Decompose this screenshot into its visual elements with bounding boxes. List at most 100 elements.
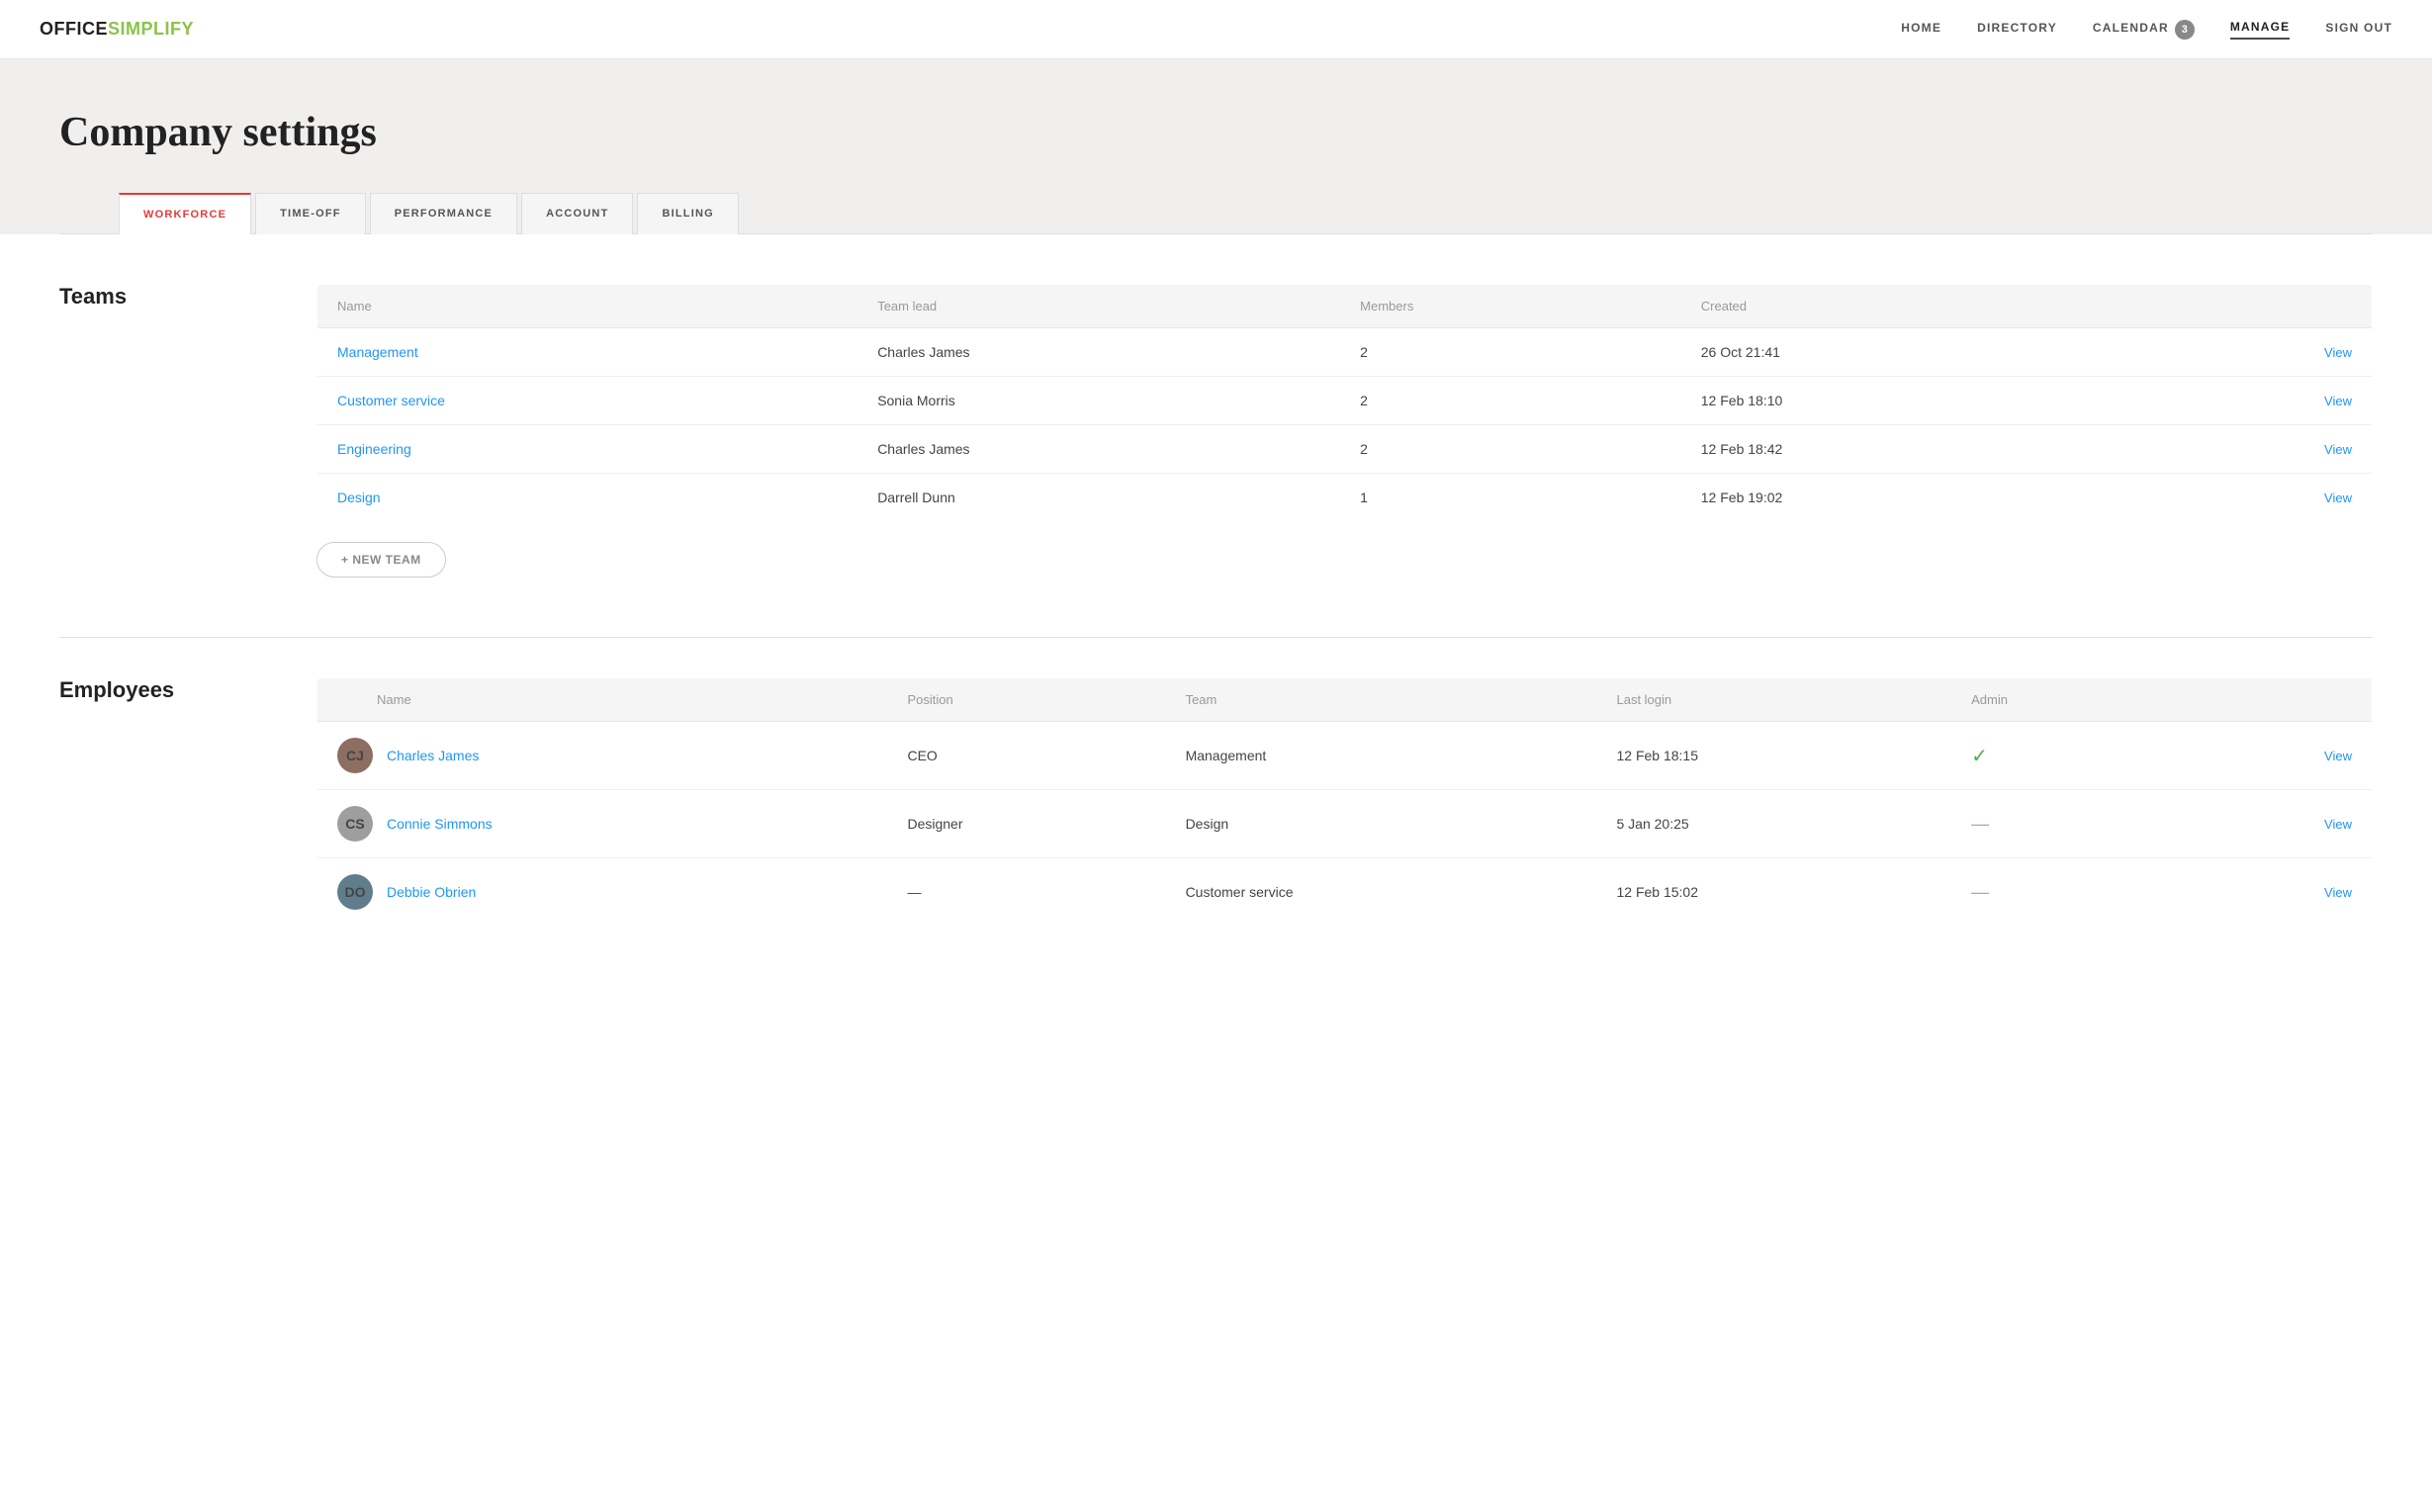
teams-section-title: Teams — [59, 284, 257, 310]
teams-table: Name Team lead Members Created Managemen… — [316, 284, 2373, 522]
team-lead: Sonia Morris — [857, 377, 1340, 425]
emp-team: Management — [1166, 722, 1597, 790]
emp-name-link[interactable]: Charles James — [387, 748, 479, 763]
team-created: 12 Feb 18:42 — [1681, 425, 2124, 474]
navigation: OFFICESIMPLIFY HOME DIRECTORY CALENDAR 3… — [0, 0, 2432, 59]
tab-performance[interactable]: PERFORMANCE — [370, 193, 517, 234]
employees-table: Name Position Team Last login Admin CJ C… — [316, 677, 2373, 927]
teams-col-actions — [2124, 285, 2372, 328]
team-created: 12 Feb 18:10 — [1681, 377, 2124, 425]
team-name-link[interactable]: Design — [337, 489, 381, 505]
table-row: CS Connie Simmons Designer Design 5 Jan … — [317, 790, 2373, 858]
emp-team: Customer service — [1166, 858, 1597, 927]
table-row: Customer service Sonia Morris 2 12 Feb 1… — [317, 377, 2373, 425]
table-row: Management Charles James 2 26 Oct 21:41 … — [317, 328, 2373, 377]
team-view: View — [2124, 328, 2372, 377]
tabs-bar: WORKFORCE TIME-OFF PERFORMANCE ACCOUNT B… — [59, 192, 2373, 234]
team-members: 2 — [1340, 377, 1681, 425]
main-content: Teams Name Team lead Members Created — [0, 234, 2432, 1512]
admin-dash: — — [1971, 882, 1989, 902]
view-link[interactable]: View — [2324, 394, 2352, 408]
tab-billing[interactable]: BILLING — [637, 193, 738, 234]
team-name: Management — [317, 328, 858, 377]
view-link[interactable]: View — [2324, 817, 2352, 832]
view-link[interactable]: View — [2324, 345, 2352, 360]
emp-name-link[interactable]: Debbie Obrien — [387, 884, 476, 900]
emp-name-cell: CJ Charles James — [317, 722, 888, 790]
avatar: CS — [337, 806, 373, 842]
nav-signout[interactable]: SIGN OUT — [2325, 21, 2392, 39]
tab-account[interactable]: ACCOUNT — [521, 193, 633, 234]
emp-view: View — [2174, 790, 2372, 858]
team-members: 2 — [1340, 328, 1681, 377]
calendar-badge: 3 — [2175, 20, 2195, 40]
team-view: View — [2124, 425, 2372, 474]
view-link[interactable]: View — [2324, 749, 2352, 763]
teams-section: Teams Name Team lead Members Created — [59, 284, 2373, 578]
emp-view: View — [2174, 858, 2372, 927]
admin-check-icon: ✓ — [1971, 746, 1988, 767]
avatar: CJ — [337, 738, 373, 773]
team-created: 12 Feb 19:02 — [1681, 474, 2124, 522]
teams-col-name: Name — [317, 285, 858, 328]
emp-position: Designer — [887, 790, 1165, 858]
emp-name-cell: CS Connie Simmons — [317, 790, 888, 858]
view-link[interactable]: View — [2324, 885, 2352, 900]
nav-calendar-wrapper: CALENDAR 3 — [2093, 20, 2195, 40]
teams-col-members: Members — [1340, 285, 1681, 328]
emp-name-link[interactable]: Connie Simmons — [387, 816, 493, 832]
avatar-cell: CJ Charles James — [337, 738, 867, 773]
avatar-cell: DO Debbie Obrien — [337, 874, 867, 910]
page-title: Company settings — [59, 109, 2373, 156]
table-row: Design Darrell Dunn 1 12 Feb 19:02 View — [317, 474, 2373, 522]
logo: OFFICESIMPLIFY — [40, 19, 194, 40]
section-divider — [59, 637, 2373, 638]
nav-directory[interactable]: DIRECTORY — [1977, 21, 2057, 39]
table-row: Engineering Charles James 2 12 Feb 18:42… — [317, 425, 2373, 474]
team-name: Design — [317, 474, 858, 522]
emp-view: View — [2174, 722, 2372, 790]
emp-col-actions — [2174, 678, 2372, 722]
team-members: 1 — [1340, 474, 1681, 522]
emp-team: Design — [1166, 790, 1597, 858]
team-name: Engineering — [317, 425, 858, 474]
page-header: Company settings WORKFORCE TIME-OFF PERF… — [0, 59, 2432, 234]
team-name-link[interactable]: Customer service — [337, 393, 445, 408]
employees-section: Employees Name Position Team Last login … — [59, 677, 2373, 927]
teams-col-lead: Team lead — [857, 285, 1340, 328]
emp-col-position: Position — [887, 678, 1165, 722]
team-lead: Charles James — [857, 425, 1340, 474]
view-link[interactable]: View — [2324, 442, 2352, 457]
team-name: Customer service — [317, 377, 858, 425]
team-view: View — [2124, 377, 2372, 425]
avatar-cell: CS Connie Simmons — [337, 806, 867, 842]
emp-last-login: 5 Jan 20:25 — [1596, 790, 1951, 858]
nav-manage[interactable]: MANAGE — [2230, 20, 2291, 40]
emp-col-lastlogin: Last login — [1596, 678, 1951, 722]
view-link[interactable]: View — [2324, 490, 2352, 505]
team-view: View — [2124, 474, 2372, 522]
avatar: DO — [337, 874, 373, 910]
team-lead: Charles James — [857, 328, 1340, 377]
nav-home[interactable]: HOME — [1901, 21, 1941, 39]
emp-admin: ✓ — [1951, 722, 2174, 790]
emp-name-cell: DO Debbie Obrien — [317, 858, 888, 927]
admin-dash: — — [1971, 814, 1989, 834]
nav-calendar[interactable]: CALENDAR — [2093, 21, 2169, 39]
emp-last-login: 12 Feb 18:15 — [1596, 722, 1951, 790]
tab-workforce[interactable]: WORKFORCE — [119, 193, 251, 234]
emp-col-admin: Admin — [1951, 678, 2174, 722]
new-team-button[interactable]: + NEW TEAM — [316, 542, 446, 578]
tab-timeoff[interactable]: TIME-OFF — [255, 193, 366, 234]
emp-admin: — — [1951, 858, 2174, 927]
emp-last-login: 12 Feb 15:02 — [1596, 858, 1951, 927]
team-name-link[interactable]: Engineering — [337, 441, 411, 457]
table-row: DO Debbie Obrien — Customer service 12 F… — [317, 858, 2373, 927]
team-created: 26 Oct 21:41 — [1681, 328, 2124, 377]
team-lead: Darrell Dunn — [857, 474, 1340, 522]
emp-admin: — — [1951, 790, 2174, 858]
logo-office: OFFICE — [40, 19, 108, 39]
team-name-link[interactable]: Management — [337, 344, 418, 360]
logo-simplify: SIMPLIFY — [108, 19, 194, 39]
table-row: CJ Charles James CEO Management 12 Feb 1… — [317, 722, 2373, 790]
